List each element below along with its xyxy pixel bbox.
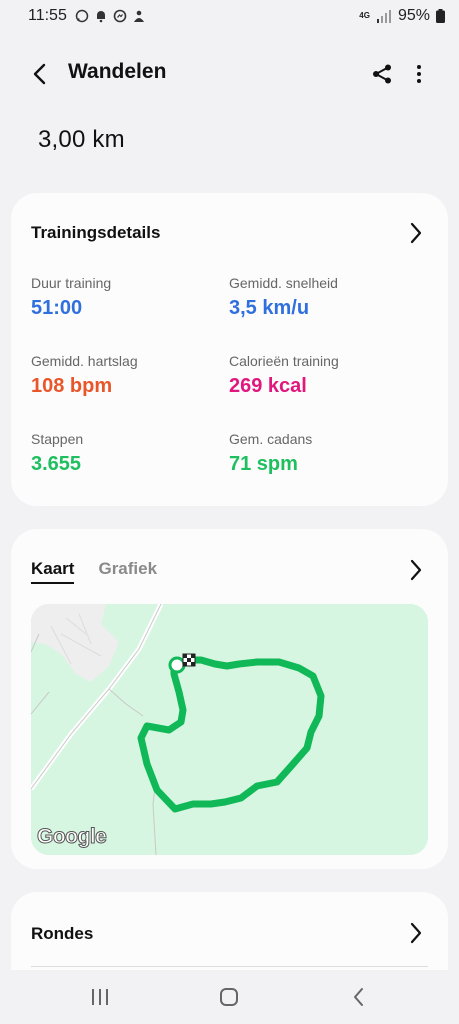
back-icon bbox=[354, 988, 363, 1006]
training-details-card[interactable]: Trainingsdetails Duur training 51:00 Gem… bbox=[11, 193, 448, 506]
stat-label: Gemidd. hartslag bbox=[31, 353, 138, 369]
nav-back-button[interactable] bbox=[345, 984, 371, 1010]
share-button[interactable] bbox=[368, 60, 396, 88]
stat-calories: Calorieën training 269 kcal bbox=[229, 353, 339, 398]
stat-value: 269 kcal bbox=[229, 375, 307, 397]
stat-cadence: Gem. cadans 71 spm bbox=[229, 431, 312, 476]
whatsapp-icon bbox=[75, 9, 89, 23]
stat-label: Gem. cadans bbox=[229, 431, 313, 447]
stat-value: 3.655 bbox=[31, 453, 82, 475]
share-icon bbox=[373, 64, 391, 84]
laps-title: Rondes bbox=[31, 924, 94, 943]
more-options-button[interactable] bbox=[405, 60, 433, 88]
back-button[interactable] bbox=[26, 60, 54, 88]
battery-icon bbox=[436, 9, 445, 23]
laps-open-button[interactable] bbox=[402, 919, 430, 947]
route-map[interactable]: Google bbox=[31, 604, 428, 855]
stat-steps: Stappen 3.655 bbox=[31, 431, 83, 476]
stat-value: 71 spm bbox=[229, 453, 298, 475]
map-card: Kaart Grafiek Google bbox=[11, 529, 448, 869]
stat-avg-speed: Gemidd. snelheid 3,5 km/u bbox=[229, 275, 338, 320]
recent-apps-icon bbox=[92, 989, 108, 1005]
home-button[interactable] bbox=[216, 984, 242, 1010]
notification-bell-icon bbox=[96, 11, 105, 23]
network-type: 4G bbox=[359, 11, 370, 20]
map-tabs: Kaart Grafiek bbox=[31, 559, 157, 584]
stat-value: 3,5 km/u bbox=[229, 297, 310, 319]
total-distance: 3,00 km bbox=[38, 126, 125, 153]
stat-avg-heart-rate: Gemidd. hartslag 108 bpm bbox=[31, 353, 138, 398]
chevron-left-icon bbox=[33, 63, 46, 85]
divider bbox=[31, 966, 428, 967]
more-vertical-icon bbox=[417, 65, 421, 83]
status-time: 11:55 bbox=[28, 7, 67, 24]
tab-map[interactable]: Kaart bbox=[31, 559, 75, 584]
page-title: Wandelen bbox=[68, 60, 167, 83]
chevron-right-icon bbox=[410, 222, 422, 244]
stat-duration: Duur training 51:00 bbox=[31, 275, 111, 320]
home-icon bbox=[220, 988, 238, 1006]
app-icon bbox=[133, 10, 144, 22]
route-start-marker bbox=[168, 656, 186, 674]
system-nav-bar bbox=[0, 970, 459, 1024]
status-bar: 11:55 4G 95% bbox=[0, 0, 459, 32]
signal-icon bbox=[376, 10, 391, 23]
finish-flag-icon bbox=[182, 653, 196, 667]
stat-label: Duur training bbox=[31, 275, 112, 291]
map-canvas bbox=[31, 604, 428, 855]
training-details-title: Trainingsdetails bbox=[31, 223, 161, 242]
stat-label: Calorieën training bbox=[229, 353, 339, 369]
map-open-button[interactable] bbox=[402, 556, 430, 584]
chevron-right-icon bbox=[410, 559, 422, 581]
recent-apps-button[interactable] bbox=[87, 984, 113, 1010]
tab-graph[interactable]: Grafiek bbox=[98, 559, 157, 584]
training-details-open-button[interactable] bbox=[402, 219, 430, 247]
app-header: Wandelen bbox=[0, 48, 459, 98]
battery-percent: 95% bbox=[397, 7, 430, 24]
stat-value: 51:00 bbox=[31, 297, 83, 319]
messenger-icon bbox=[113, 9, 127, 23]
chevron-right-icon bbox=[410, 922, 422, 944]
google-logo: Google bbox=[36, 825, 107, 849]
stat-value: 108 bpm bbox=[31, 375, 113, 397]
stat-label: Stappen bbox=[31, 431, 84, 447]
stat-label: Gemidd. snelheid bbox=[229, 275, 338, 291]
